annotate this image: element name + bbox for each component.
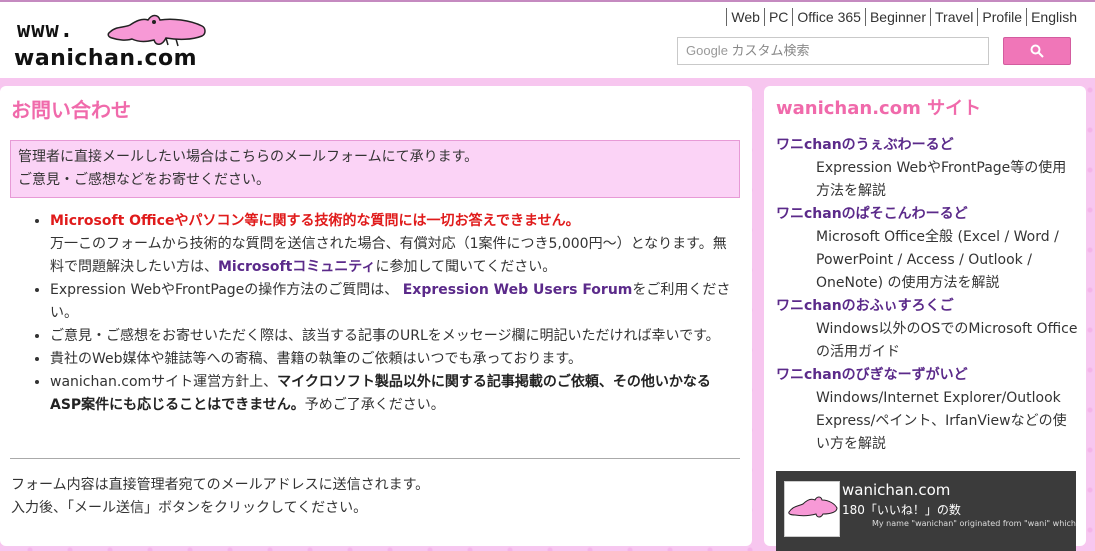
list-text: ご意見・ご感想をお寄せいただく際は、該当する記事のURLをメッセージ欄に明記いた… — [50, 328, 720, 344]
sidebar: wanichan.com サイト ワニchanのうぇぶわーるど Expressi… — [764, 86, 1086, 551]
list-text: Expression WebやFrontPageの操作方法のご質問は、 — [50, 282, 399, 298]
facebook-likes: 180「いいね！」の数 — [842, 503, 961, 517]
crocodile-icon — [788, 496, 838, 518]
site-header: www. wanichan.com Web PC Office 365 Begi… — [0, 0, 1095, 78]
search-brand: Google — [686, 43, 728, 58]
sidebar-item-office[interactable]: ワニchanのおふぃすろくご — [776, 295, 1080, 318]
list-item: Microsoft Officeやパソコン等に関する技術的な質問には一切お答えで… — [50, 210, 738, 279]
nav-profile[interactable]: Profile — [977, 8, 1026, 26]
expression-web-forum-link[interactable]: Expression Web Users Forum — [403, 282, 633, 298]
warning-text: Microsoft Officeやパソコン等に関する技術的な質問には一切お答えで… — [50, 213, 580, 229]
list-item: wanichan.comサイト運営方針上、マイクロソフト製品以外に関する記事掲載… — [50, 371, 738, 417]
nav-web[interactable]: Web — [726, 8, 764, 26]
nav-beginner[interactable]: Beginner — [864, 8, 930, 26]
site-list: ワニchanのうぇぶわーるど Expression WebやFrontPage等… — [776, 134, 1080, 456]
search-placeholder: カスタム検索 — [731, 43, 810, 58]
notice-list: Microsoft Officeやパソコン等に関する技術的な質問には一切お答えで… — [14, 210, 738, 417]
page-title: お問い合わせ — [11, 98, 131, 122]
sidebar-item-pc[interactable]: ワニchanのぱそこんわーるど — [776, 203, 1080, 226]
form-note-line2: 入力後、「メール送信」ボタンをクリックしてください。 — [11, 500, 368, 516]
nav-travel[interactable]: Travel — [930, 8, 977, 26]
microsoft-community-link[interactable]: Microsoftコミュニティ — [218, 259, 375, 275]
form-note-line1: フォーム内容は直接管理者宛てのメールアドレスに送信されます。 — [11, 477, 430, 493]
notice-line2: ご意見・ご感想などをお寄せください。 — [18, 172, 270, 188]
facebook-page-name: wanichan.com — [842, 481, 951, 499]
list-item: Expression WebやFrontPageの操作方法のご質問は、 Expr… — [50, 279, 738, 325]
list-text: 貴社のWeb媒体や雑誌等への寄稿、書籍の執筆のご依頼はいつでも承っております。 — [50, 351, 583, 367]
list-text: に参加して聞いてください。 — [375, 259, 557, 275]
divider — [10, 458, 740, 459]
sidebar-desc: Windows/Internet Explorer/Outlook Expres… — [816, 390, 1067, 452]
sidebar-title: wanichan.com サイト — [776, 98, 982, 119]
list-text: 予めご了承ください。 — [304, 397, 445, 413]
sidebar-desc: Expression WebやFrontPage等の使用方法を解説 — [816, 160, 1067, 199]
nav-english[interactable]: English — [1026, 8, 1081, 26]
list-text: wanichan.comサイト運営方針上、 — [50, 374, 278, 390]
sidebar-desc: Microsoft Office全般 (Excel / Word / Power… — [816, 229, 1059, 291]
logo-line1: www. — [17, 18, 74, 43]
sidebar-item-web[interactable]: ワニchanのうぇぶわーるど — [776, 134, 1080, 157]
site-logo[interactable]: www. wanichan.com — [14, 12, 219, 74]
top-navigation: Web PC Office 365 Beginner Travel Profil… — [726, 8, 1081, 26]
nav-office365[interactable]: Office 365 — [792, 8, 865, 26]
crocodile-icon — [107, 14, 206, 47]
list-item: ご意見・ご感想をお寄せいただく際は、該当する記事のURLをメッセージ欄に明記いた… — [50, 325, 738, 348]
facebook-description: My name "wanichan" originated from "wani… — [872, 519, 1076, 528]
notice-line1: 管理者に直接メールしたい場合はこちらのメールフォームにて承ります。 — [18, 149, 479, 165]
search-icon — [1030, 44, 1044, 58]
sidebar-item-beginner[interactable]: ワニchanのびぎなーずがいど — [776, 364, 1080, 387]
facebook-widget[interactable]: wanichan.com 180「いいね！」の数 My name "wanich… — [776, 471, 1076, 551]
search-bar: Google カスタム検索 — [677, 37, 1072, 65]
nav-pc[interactable]: PC — [763, 8, 792, 26]
search-button[interactable] — [1003, 37, 1071, 65]
form-note: フォーム内容は直接管理者宛てのメールアドレスに送信されます。 入力後、「メール送… — [11, 474, 429, 520]
main-content: お問い合わせ 管理者に直接メールしたい場合はこちらのメールフォームにて承ります。… — [0, 86, 752, 546]
search-input[interactable]: Google カスタム検索 — [677, 37, 989, 65]
list-item: 貴社のWeb媒体や雑誌等への寄稿、書籍の執筆のご依頼はいつでも承っております。 — [50, 348, 738, 371]
notice-box: 管理者に直接メールしたい場合はこちらのメールフォームにて承ります。 ご意見・ご感… — [10, 140, 740, 198]
sidebar-desc: Windows以外のOSでのMicrosoft Officeの活用ガイド — [816, 321, 1078, 360]
